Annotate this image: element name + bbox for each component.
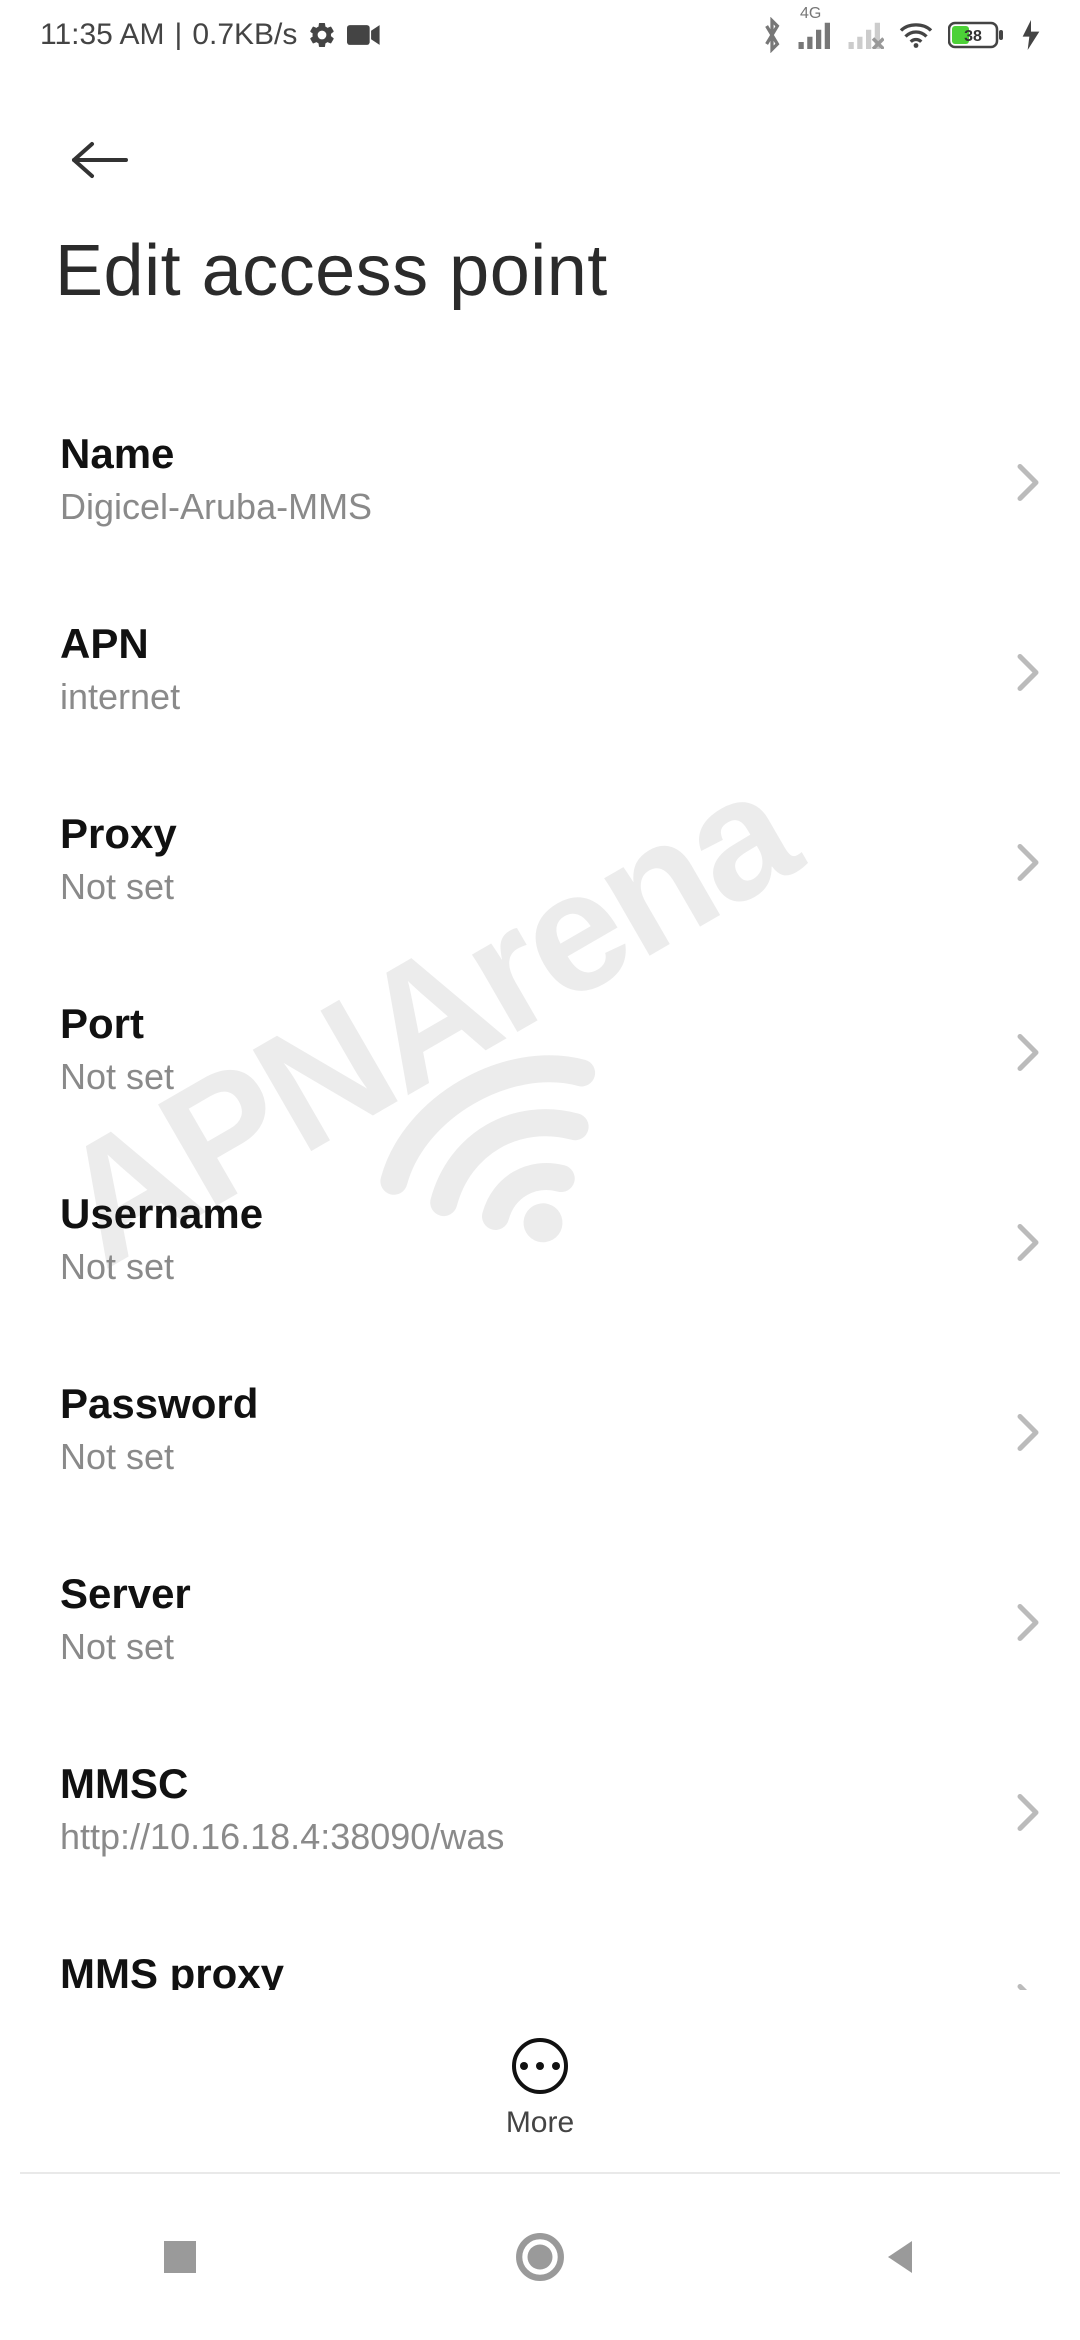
row-mms-proxy[interactable]: MMS proxy 10.16.18.77 [0,1910,1080,1990]
row-label: Proxy [60,810,1020,858]
row-value: Not set [60,1056,1020,1098]
row-label: MMS proxy [60,1950,1020,1990]
row-label: Port [60,1000,1020,1048]
circle-icon [515,2232,565,2282]
row-password[interactable]: Password Not set [0,1340,1080,1530]
row-label: Server [60,1570,1020,1618]
more-icon [512,2038,568,2094]
settings-list: Name Digicel-Aruba-MMS APN internet Prox… [0,390,1080,1990]
page-title: Edit access point [55,230,608,312]
row-value: http://10.16.18.4:38090/was [60,1816,1020,1858]
more-button[interactable]: More [0,2004,1080,2174]
status-right: 4G 38 [760,17,1040,53]
camera-icon [347,23,381,47]
signal-4g-icon: 4G [798,21,834,49]
triangle-left-icon [880,2237,920,2277]
status-sep: | [175,18,183,52]
row-value: Not set [60,1626,1020,1668]
status-bar: 11:35 AM | 0.7KB/s 4G 38 [0,0,1080,70]
chevron-right-icon [1016,1603,1040,1648]
square-icon [160,2237,200,2277]
row-value: Digicel-Aruba-MMS [60,486,1020,528]
row-value: Not set [60,1436,1020,1478]
chevron-right-icon [1016,463,1040,508]
nav-home-button[interactable] [510,2227,570,2287]
nav-bar [0,2174,1080,2340]
row-apn[interactable]: APN internet [0,580,1080,770]
row-username[interactable]: Username Not set [0,1150,1080,1340]
more-label: More [506,2106,574,2140]
row-value: Not set [60,866,1020,908]
chevron-right-icon [1016,1413,1040,1458]
row-value: internet [60,676,1020,718]
back-button[interactable] [60,120,140,200]
row-label: APN [60,620,1020,668]
net-tag: 4G [800,5,821,23]
nav-recents-button[interactable] [150,2227,210,2287]
status-time: 11:35 AM [40,18,165,52]
row-value: Not set [60,1246,1020,1288]
chevron-right-icon [1016,1223,1040,1268]
row-label: MMSC [60,1760,1020,1808]
chevron-right-icon [1016,1983,1040,1991]
row-label: Username [60,1190,1020,1238]
battery-icon: 38 [948,20,1008,50]
chevron-right-icon [1016,1793,1040,1838]
row-label: Password [60,1380,1020,1428]
chevron-right-icon [1016,843,1040,888]
row-mmsc[interactable]: MMSC http://10.16.18.4:38090/was [0,1720,1080,1910]
nav-back-button[interactable] [870,2227,930,2287]
row-name[interactable]: Name Digicel-Aruba-MMS [0,390,1080,580]
status-speed: 0.7KB/s [192,18,297,52]
row-server[interactable]: Server Not set [0,1530,1080,1720]
arrow-left-icon [68,138,132,182]
gear-icon [307,20,337,50]
battery-pct-text: 38 [964,28,982,45]
wifi-icon [898,20,934,50]
chevron-right-icon [1016,653,1040,698]
row-port[interactable]: Port Not set [0,960,1080,1150]
row-label: Name [60,430,1020,478]
bluetooth-icon [760,17,784,53]
row-proxy[interactable]: Proxy Not set [0,770,1080,960]
signal-nosim-icon [848,21,884,49]
status-left: 11:35 AM | 0.7KB/s [40,18,381,52]
charging-icon [1022,20,1040,50]
chevron-right-icon [1016,1033,1040,1078]
